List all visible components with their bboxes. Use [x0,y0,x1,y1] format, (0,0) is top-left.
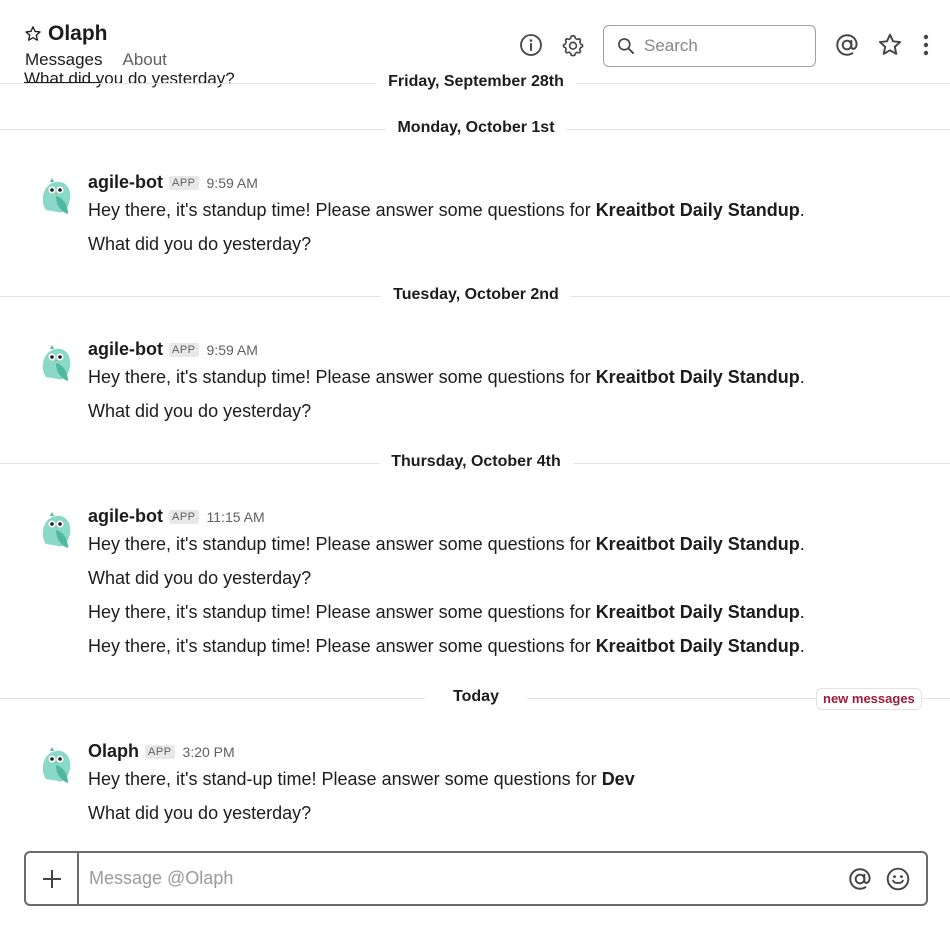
message-text: What did you do yesterday? [88,234,312,254]
more-vertical-icon[interactable] [914,32,938,58]
date-divider-label: Thursday, October 4th [379,453,573,471]
author-name[interactable]: agile-bot [88,339,163,360]
avatar[interactable] [38,172,74,216]
attach-button[interactable] [26,853,79,904]
gear-icon[interactable] [560,32,586,58]
partial-message-text: What did you do yesterday? [24,69,235,88]
header-tabs: Messages About [25,50,187,70]
channel-title: Olaph [48,22,108,45]
message-text: What did you do yesterday? [88,803,312,823]
new-messages-badge[interactable]: new messages [816,688,922,710]
tab-messages[interactable]: Messages [25,50,102,70]
timestamp[interactable]: 9:59 AM [207,342,258,358]
owl-bot-icon [42,747,71,783]
message-composer [24,851,928,906]
star-outline-icon[interactable] [24,25,42,43]
message-meta: agile-bot APP 11:15 AM [88,506,265,527]
avatar[interactable] [38,339,74,383]
search-input[interactable]: Search [603,25,816,67]
plus-icon [42,869,61,888]
message-text: Hey there, it's standup time! Please ans… [88,636,805,656]
message-list[interactable]: What did you do yesterday? Friday, Septe… [0,0,950,850]
app-badge: APP [169,175,199,190]
app-badge: APP [145,744,175,759]
message-text: What did you do yesterday? [88,568,312,588]
owl-bot-icon [42,345,71,381]
app-badge: APP [169,342,199,357]
search-placeholder: Search [644,36,698,55]
date-divider-label: Tuesday, October 2nd [381,286,571,304]
date-divider-label: Monday, October 1st [385,119,567,137]
avatar[interactable] [38,506,74,550]
message-text: Hey there, it's standup time! Please ans… [88,200,805,220]
date-divider-label: Today [425,688,527,706]
message-text: Hey there, it's standup time! Please ans… [88,367,805,387]
message-input[interactable] [79,853,846,904]
avatar[interactable] [38,741,74,785]
owl-bot-icon [42,512,71,548]
author-name[interactable]: agile-bot [88,506,163,527]
message-text: Hey there, it's stand-up time! Please an… [88,769,635,789]
info-icon[interactable] [518,32,544,58]
message-text: Hey there, it's standup time! Please ans… [88,602,805,622]
search-icon [618,38,634,54]
mention-icon[interactable] [846,865,874,893]
mention-icon[interactable] [834,32,860,58]
author-name[interactable]: Olaph [88,741,139,762]
message-text: Hey there, it's standup time! Please ans… [88,534,805,554]
tab-about[interactable]: About [122,50,166,70]
channel-header: Olaph Messages About Search [0,0,950,72]
owl-bot-icon [42,178,71,214]
message-meta: agile-bot APP 9:59 AM [88,339,258,360]
author-name[interactable]: agile-bot [88,172,163,193]
emoji-icon[interactable] [884,865,912,893]
title-row: Olaph [24,22,108,46]
timestamp[interactable]: 11:15 AM [207,509,265,525]
message-meta: agile-bot APP 9:59 AM [88,172,258,193]
message-meta: Olaph APP 3:20 PM [88,741,235,762]
app-badge: APP [169,509,199,524]
message-text: What did you do yesterday? [88,401,312,421]
timestamp[interactable]: 3:20 PM [183,744,235,760]
star-icon[interactable] [877,32,903,58]
timestamp[interactable]: 9:59 AM [207,175,258,191]
date-divider-label: Friday, September 28th [376,73,576,91]
